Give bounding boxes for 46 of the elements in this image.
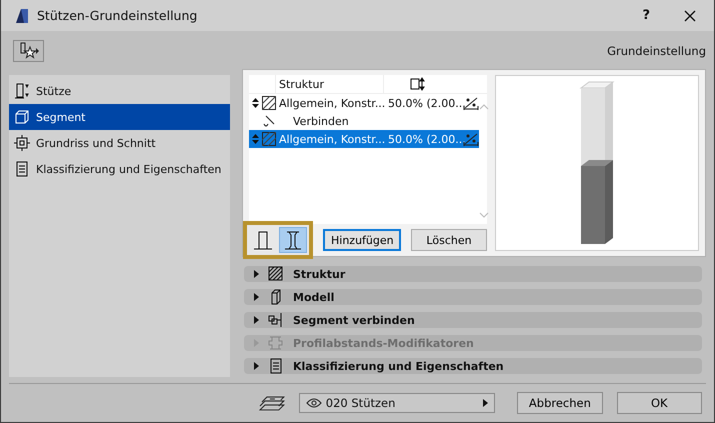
sidebar-item[interactable]: Grundriss und Schnitt [9,130,230,156]
joint-angle-icon [262,114,276,128]
profile-icon [267,335,285,351]
section-header[interactable]: Modell [244,289,702,305]
hatch-icon [262,96,276,110]
app-logo-icon [15,8,29,24]
expand-arrow-icon[interactable] [254,270,259,278]
help-button[interactable]: ? [642,8,650,23]
sidebar-item[interactable]: Segment [9,104,230,130]
section-header[interactable]: Segment verbinden [244,312,702,328]
eye-icon [306,398,322,408]
expand-arrow-icon[interactable] [254,293,259,301]
hatch-icon [267,266,285,282]
structure-row[interactable]: Verbinden [249,112,479,130]
close-icon[interactable] [684,10,696,22]
layer-dropdown[interactable]: 020 Stützen [298,393,496,413]
layer-name: 020 Stützen [326,396,396,410]
favorites-button[interactable] [13,40,44,62]
dropdown-arrow-icon [483,399,488,407]
column-icon [14,83,30,99]
drag-handle-icon[interactable] [252,134,259,144]
sidebar-item[interactable]: Klassifizierung und Eigenschaften [9,156,230,182]
column-header: Struktur [276,75,384,93]
drag-handle-icon[interactable] [252,98,259,108]
section-header[interactable]: Struktur [244,266,702,282]
cancel-button[interactable]: Abbrechen [517,392,603,414]
delete-button[interactable]: Löschen [411,229,487,251]
cube-icon [14,109,30,125]
structure-row[interactable]: Allgemein, Konstr... 50.0% (2.00... [249,94,479,112]
window-title: Stützen-Grundeinstellung [37,8,198,23]
hatch-icon [262,132,276,146]
expand-arrow-icon[interactable] [254,362,259,370]
preset-label: Grundeinstellung [607,44,706,58]
dimension-icon [463,96,479,110]
layers-icon [259,394,285,412]
expand-arrow-icon[interactable] [254,316,259,324]
sidebar-item[interactable]: Stütze [9,78,230,104]
floor-plan-icon [14,135,30,151]
dimension-icon [463,132,479,146]
structure-row[interactable]: Allgemein, Konstr... 50.0% (2.00... [249,130,479,148]
add-button[interactable]: Hinzufügen [323,229,401,251]
height-icon [410,77,426,91]
section-header[interactable]: Klassifizierung und Eigenschaften [244,358,702,374]
ok-button[interactable]: OK [616,392,702,414]
document-icon [14,161,30,177]
capped-column-button[interactable] [279,227,307,253]
